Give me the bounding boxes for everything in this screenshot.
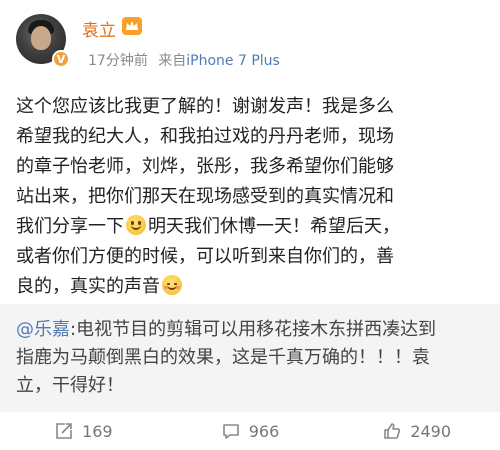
avatar-face xyxy=(31,26,51,50)
comment-icon xyxy=(222,424,239,439)
post-text: 这个您应该比我更了解的！谢谢发声！我是多么 希望我的纪大人，和我拍过戏的丹丹老师… xyxy=(16,92,486,302)
quote-line: 立，干得好！ xyxy=(16,375,124,396)
quote-line: @乐嘉:电视节目的剪辑可以用移花接木东拼西凑达到 xyxy=(16,316,486,344)
post-line: 这个您应该比我更了解的！谢谢发声！我是多么 xyxy=(16,96,394,117)
weibo-post: V 袁立 17分钟前 来自iPhone 7 Plus 这个您应该比我更了解的！谢… xyxy=(0,0,500,450)
post-line: 良的，真实的声音 xyxy=(16,272,486,302)
username[interactable]: 袁立 xyxy=(82,16,116,41)
repost-icon xyxy=(56,423,72,439)
quote-line: 指鹿为马颠倒黑白的效果，这是千真万确的！！！袁 xyxy=(16,347,430,368)
action-bar: 169 966 2490 xyxy=(0,412,500,450)
like-count: 2490 xyxy=(410,421,452,441)
post-line: 希望我的纪大人，和我拍过戏的丹丹老师，现场 xyxy=(16,126,394,147)
device-link[interactable]: iPhone 7 Plus xyxy=(186,53,280,69)
vip-crown-icon[interactable] xyxy=(122,17,142,35)
repost-button[interactable]: 169 xyxy=(0,421,167,441)
smile-emoji-icon xyxy=(126,215,146,235)
source-label: 来自 xyxy=(158,53,187,69)
post-time: 17分钟前 xyxy=(88,53,148,69)
quoted-post[interactable]: @乐嘉:电视节目的剪辑可以用移花接木东拼西凑达到 指鹿为马颠倒黑白的效果，这是千… xyxy=(0,304,500,412)
post-meta: 17分钟前 来自iPhone 7 Plus xyxy=(88,50,280,70)
shy-emoji-icon xyxy=(162,275,182,295)
comment-button[interactable]: 966 xyxy=(167,421,334,441)
mention-link[interactable]: @乐嘉 xyxy=(16,319,70,340)
post-header: V 袁立 17分钟前 来自iPhone 7 Plus xyxy=(0,0,500,78)
like-icon xyxy=(384,423,401,439)
quoted-text: @乐嘉:电视节目的剪辑可以用移花接木东拼西凑达到 指鹿为马颠倒黑白的效果，这是千… xyxy=(16,316,486,400)
quote-segment: :电视节目的剪辑可以用移花接木东拼西凑达到 xyxy=(70,319,437,340)
repost-count: 169 xyxy=(82,421,113,441)
post-line: 我们分享一下 明天我们休博一天！希望后天， xyxy=(16,212,486,242)
post-segment: 明天我们休博一天！希望后天， xyxy=(148,216,400,237)
post-segment: 良的，真实的声音 xyxy=(16,276,160,297)
like-button[interactable]: 2490 xyxy=(333,421,500,441)
comment-count: 966 xyxy=(248,421,280,441)
verified-badge-icon: V xyxy=(52,50,70,68)
post-line: 站出来，把你们那天在现场感受到的真实情况和 xyxy=(16,186,394,207)
post-line: 的章子怡老师，刘烨，张彤，我多希望你们能够 xyxy=(16,156,394,177)
post-line: 或者你们方便的时候，可以听到来自你们的，善 xyxy=(16,246,394,267)
post-segment: 我们分享一下 xyxy=(16,216,124,237)
